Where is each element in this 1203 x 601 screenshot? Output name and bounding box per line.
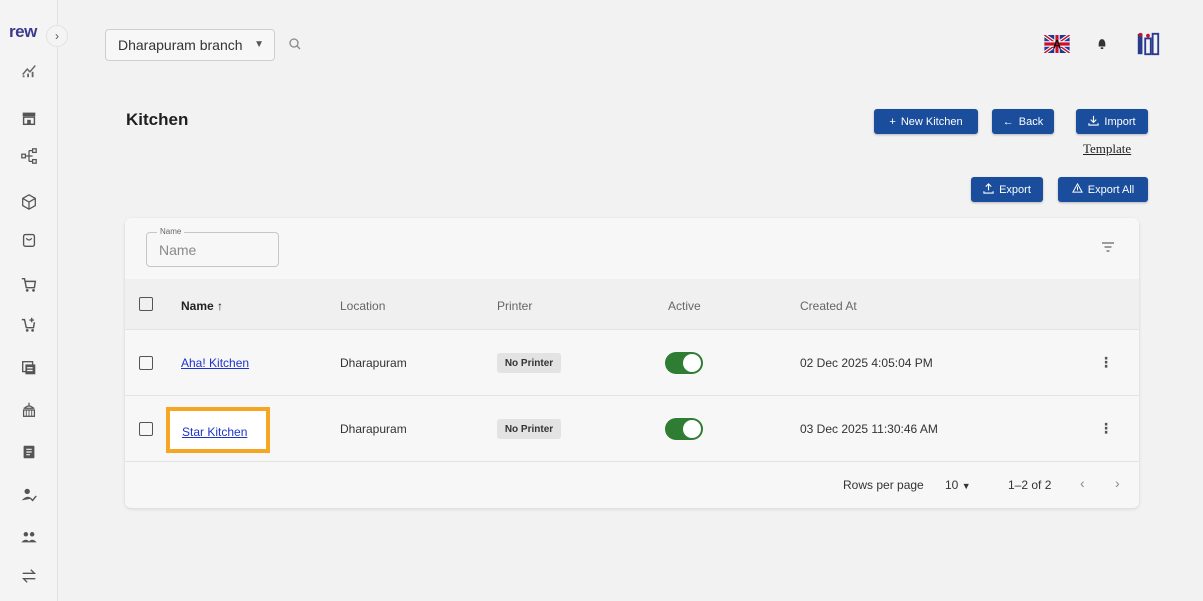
column-active-header[interactable]: Active: [668, 299, 701, 313]
kitchen-name-link[interactable]: Star Kitchen: [182, 425, 247, 439]
name-filter-placeholder: Name: [159, 242, 197, 258]
template-link[interactable]: Template: [1083, 141, 1131, 157]
swap-icon[interactable]: [19, 566, 39, 586]
box-icon[interactable]: [19, 192, 39, 212]
plus-icon: +: [889, 115, 896, 128]
download-icon: [1088, 115, 1100, 129]
active-toggle[interactable]: [665, 352, 703, 374]
created-at: 02 Dec 2025 4:05:04 PM: [800, 356, 933, 370]
chevron-right-icon[interactable]: ›: [46, 25, 68, 47]
chevron-right-icon[interactable]: ›: [1115, 475, 1120, 491]
kitchen-table-card: Name Name Name ↑ Location Printer Active…: [125, 218, 1139, 508]
caret-down-icon: ▼: [254, 39, 264, 50]
select-all-checkbox[interactable]: [139, 297, 153, 311]
table-pagination: Rows per page 10 ▼ 1–2 of 2 ‹ ›: [125, 462, 1139, 508]
table-header: Name ↑ Location Printer Active Created A…: [125, 279, 1139, 330]
upload-icon: [983, 182, 994, 197]
store-icon[interactable]: [19, 108, 39, 128]
rows-per-page-value: 10: [945, 478, 959, 492]
cart-add-icon[interactable]: [19, 315, 39, 335]
rows-per-page-label: Rows per page: [843, 478, 924, 492]
row-checkbox[interactable]: [139, 356, 153, 370]
bell-icon[interactable]: [1092, 30, 1112, 58]
kitchen-location: Dharapuram: [340, 356, 407, 370]
name-filter-legend: Name: [157, 227, 185, 236]
arrow-left-icon: ←: [1002, 115, 1014, 128]
branch-select[interactable]: Dharapuram branch ▼: [105, 29, 275, 61]
table-row: Dharapuram No Printer 03 Dec 2025 11:30:…: [125, 396, 1139, 462]
hierarchy-icon[interactable]: [19, 146, 39, 166]
active-toggle[interactable]: [665, 418, 703, 440]
column-printer-header[interactable]: Printer: [497, 299, 532, 313]
branch-select-value: Dharapuram branch: [118, 37, 243, 53]
export-all-label: Export All: [1087, 183, 1135, 196]
export-button[interactable]: Export: [971, 177, 1043, 202]
kitchen-name-link[interactable]: Aha! Kitchen: [181, 356, 249, 370]
pagination-range: 1–2 of 2: [1008, 478, 1052, 492]
export-all-button[interactable]: Export All: [1058, 177, 1148, 202]
app-logo[interactable]: rew: [9, 22, 37, 42]
back-label: Back: [1018, 115, 1044, 128]
layers-icon[interactable]: [19, 358, 39, 378]
created-at: 03 Dec 2025 11:30:46 AM: [800, 422, 938, 436]
cart-icon[interactable]: [19, 275, 39, 295]
page-title: Kitchen: [126, 110, 189, 129]
printer-badge: No Printer: [497, 353, 561, 373]
upload-triangle-icon: [1071, 182, 1083, 197]
user-check-icon[interactable]: [19, 485, 39, 505]
new-kitchen-button[interactable]: + New Kitchen: [874, 109, 978, 134]
more-vert-icon[interactable]: ⋮: [1099, 420, 1113, 437]
users-icon[interactable]: [19, 527, 39, 547]
back-button[interactable]: ← Back: [992, 109, 1054, 134]
sidebar: rew ›: [0, 0, 68, 601]
chevron-left-icon[interactable]: ‹: [1080, 475, 1085, 491]
import-label: Import: [1104, 115, 1136, 128]
receipt-icon[interactable]: [19, 442, 39, 462]
highlight-box: Star Kitchen: [166, 407, 270, 453]
printer-badge: No Printer: [497, 419, 561, 439]
tiffin-icon[interactable]: [19, 400, 39, 420]
rows-per-page-select[interactable]: 10 ▼: [945, 478, 971, 492]
import-button[interactable]: Import: [1076, 109, 1148, 134]
new-kitchen-label: New Kitchen: [900, 115, 963, 128]
name-filter-input[interactable]: Name Name: [146, 227, 279, 267]
table-row: Aha! Kitchen Dharapuram No Printer 02 De…: [125, 330, 1139, 396]
caret-down-icon: ▼: [961, 481, 971, 491]
uk-flag-icon[interactable]: A: [1042, 30, 1072, 58]
brand-logo-icon[interactable]: [1134, 30, 1162, 58]
column-name-header[interactable]: Name ↑: [181, 299, 223, 313]
bag-icon[interactable]: [19, 230, 39, 250]
column-location-header[interactable]: Location: [340, 299, 385, 313]
column-created-at-header[interactable]: Created At: [800, 299, 857, 313]
more-vert-icon[interactable]: ⋮: [1099, 354, 1113, 371]
row-checkbox[interactable]: [139, 422, 153, 436]
search-icon[interactable]: [288, 37, 302, 51]
svg-text:A: A: [1053, 39, 1062, 52]
kitchen-location: Dharapuram: [340, 422, 407, 436]
analytics-icon[interactable]: [19, 60, 39, 80]
filter-icon[interactable]: [1101, 240, 1115, 252]
export-label: Export: [999, 183, 1031, 196]
